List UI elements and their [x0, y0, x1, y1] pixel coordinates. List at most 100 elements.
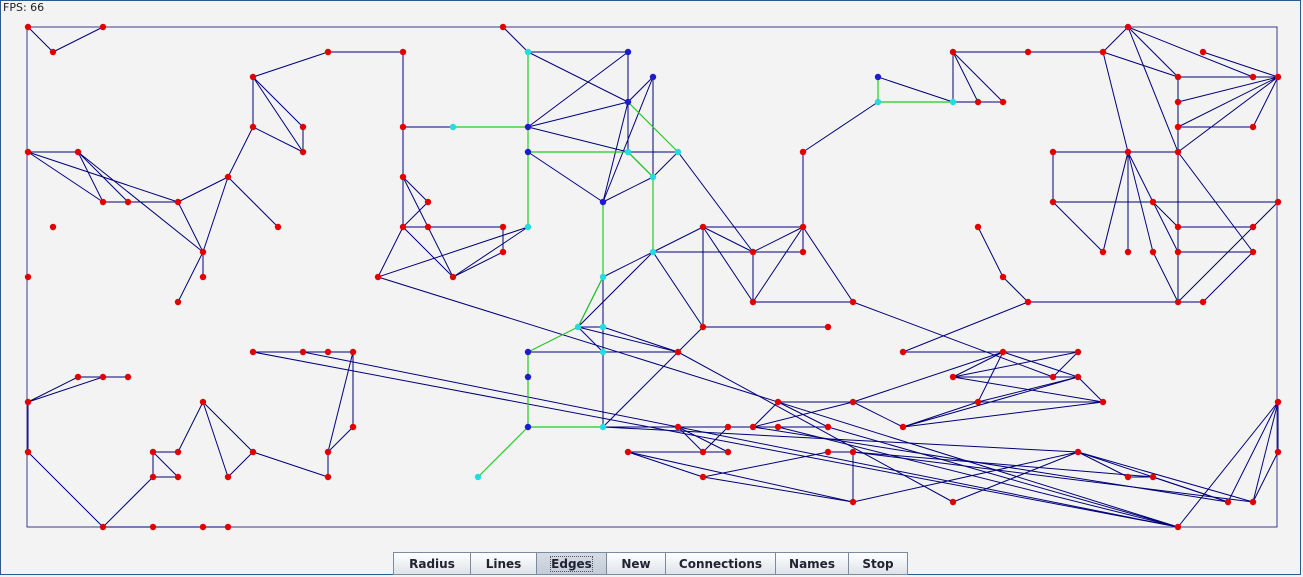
graph-node[interactable] [1124, 473, 1132, 481]
graph-node[interactable] [849, 398, 857, 406]
graph-node[interactable] [699, 448, 707, 456]
graph-node[interactable] [874, 73, 882, 81]
graph-node[interactable] [249, 448, 257, 456]
graph-node[interactable] [724, 423, 732, 431]
graph-node[interactable] [1199, 298, 1207, 306]
graph-node[interactable] [599, 423, 607, 431]
graph-node[interactable] [174, 198, 182, 206]
graph-node[interactable] [1074, 373, 1082, 381]
graph-node[interactable] [624, 148, 632, 156]
graph-node[interactable] [799, 223, 807, 231]
graph-node[interactable] [124, 373, 132, 381]
graph-node[interactable] [1174, 298, 1182, 306]
graph-node[interactable] [49, 48, 57, 56]
graph-node[interactable] [24, 398, 32, 406]
graph-node[interactable] [224, 523, 232, 531]
graph-node[interactable] [749, 298, 757, 306]
graph-node[interactable] [499, 248, 507, 256]
graph-node[interactable] [199, 523, 207, 531]
graph-node[interactable] [899, 348, 907, 356]
graph-node[interactable] [699, 473, 707, 481]
graph-node[interactable] [524, 223, 532, 231]
graph-node[interactable] [949, 98, 957, 106]
graph-node[interactable] [599, 273, 607, 281]
graph-node[interactable] [624, 98, 632, 106]
graph-node[interactable] [724, 448, 732, 456]
graph-node[interactable] [1174, 523, 1182, 531]
graph-node[interactable] [824, 448, 832, 456]
graph-node[interactable] [574, 323, 582, 331]
graph-node[interactable] [299, 123, 307, 131]
graph-node[interactable] [674, 348, 682, 356]
stop-button[interactable]: Stop [848, 552, 908, 575]
graph-node[interactable] [899, 423, 907, 431]
graph-canvas[interactable] [0, 0, 1303, 550]
graph-node[interactable] [499, 223, 507, 231]
graph-node[interactable] [24, 148, 32, 156]
graph-node[interactable] [149, 523, 157, 531]
graph-node[interactable] [524, 348, 532, 356]
graph-node[interactable] [1174, 123, 1182, 131]
graph-node[interactable] [599, 348, 607, 356]
graph-node[interactable] [474, 473, 482, 481]
graph-node[interactable] [949, 498, 957, 506]
graph-node[interactable] [174, 473, 182, 481]
graph-node[interactable] [624, 48, 632, 56]
graph-node[interactable] [1249, 223, 1257, 231]
graph-node[interactable] [49, 223, 57, 231]
graph-node[interactable] [199, 398, 207, 406]
graph-node[interactable] [199, 248, 207, 256]
graph-node[interactable] [524, 373, 532, 381]
graph-node[interactable] [99, 23, 107, 31]
graph-node[interactable] [1274, 398, 1282, 406]
graph-node[interactable] [1049, 148, 1057, 156]
graph-node[interactable] [1149, 248, 1157, 256]
graph-node[interactable] [1074, 448, 1082, 456]
graph-node[interactable] [99, 373, 107, 381]
graph-node[interactable] [249, 123, 257, 131]
graph-node[interactable] [1074, 348, 1082, 356]
graph-node[interactable] [349, 423, 357, 431]
graph-node[interactable] [674, 148, 682, 156]
graph-node[interactable] [499, 23, 507, 31]
graph-node[interactable] [1099, 398, 1107, 406]
radius-button[interactable]: Radius [393, 552, 471, 575]
graph-node[interactable] [449, 123, 457, 131]
graph-node[interactable] [1049, 373, 1057, 381]
graph-node[interactable] [399, 48, 407, 56]
graph-node[interactable] [24, 448, 32, 456]
graph-node[interactable] [424, 223, 432, 231]
graph-node[interactable] [849, 298, 857, 306]
graph-node[interactable] [149, 473, 157, 481]
graph-node[interactable] [324, 473, 332, 481]
graph-node[interactable] [199, 273, 207, 281]
graph-node[interactable] [699, 323, 707, 331]
graph-node[interactable] [1249, 498, 1257, 506]
graph-node[interactable] [324, 48, 332, 56]
graph-node[interactable] [999, 98, 1007, 106]
graph-node[interactable] [299, 148, 307, 156]
graph-node[interactable] [299, 348, 307, 356]
graph-node[interactable] [324, 348, 332, 356]
graph-node[interactable] [774, 398, 782, 406]
graph-node[interactable] [999, 348, 1007, 356]
lines-button[interactable]: Lines [470, 552, 537, 575]
graph-node[interactable] [849, 448, 857, 456]
graph-node[interactable] [824, 323, 832, 331]
graph-node[interactable] [649, 248, 657, 256]
graph-node[interactable] [524, 123, 532, 131]
graph-node[interactable] [24, 23, 32, 31]
graph-node[interactable] [399, 223, 407, 231]
graph-node[interactable] [174, 448, 182, 456]
graph-node[interactable] [449, 273, 457, 281]
graph-node[interactable] [74, 373, 82, 381]
graph-node[interactable] [1099, 48, 1107, 56]
graph-node[interactable] [424, 198, 432, 206]
graph-node[interactable] [649, 73, 657, 81]
graph-node[interactable] [1174, 148, 1182, 156]
graph-node[interactable] [249, 73, 257, 81]
graph-node[interactable] [274, 223, 282, 231]
graph-node[interactable] [1049, 198, 1057, 206]
graph-node[interactable] [1024, 298, 1032, 306]
graph-node[interactable] [374, 273, 382, 281]
